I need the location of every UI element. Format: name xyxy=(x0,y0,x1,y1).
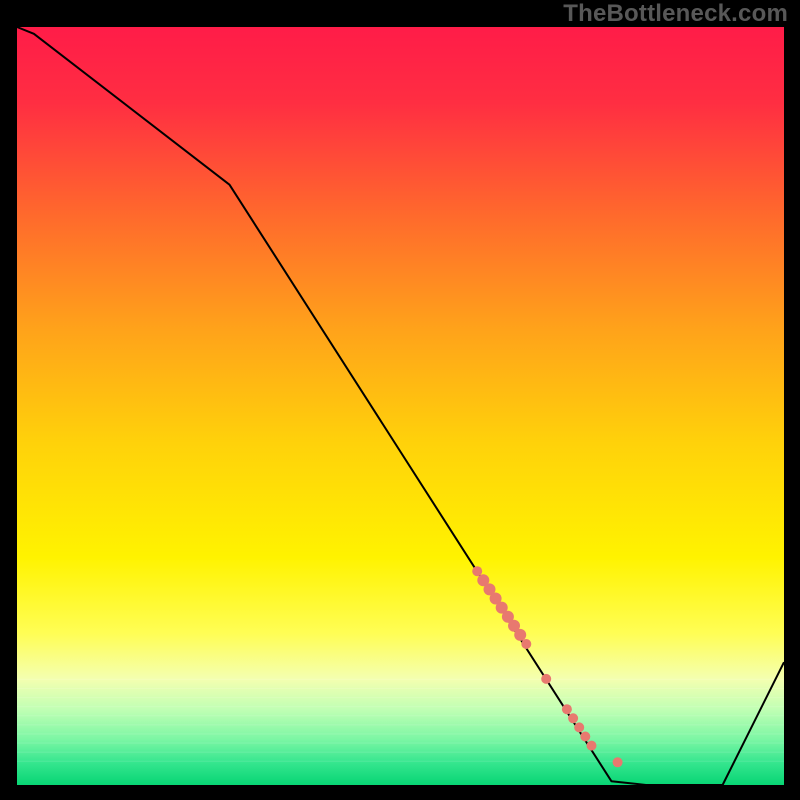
gradient-band xyxy=(17,715,784,716)
marker-dot-cluster xyxy=(613,757,623,767)
marker-dot-cluster xyxy=(568,713,578,723)
plot-background xyxy=(17,27,784,785)
marker-dot-cluster xyxy=(587,741,597,751)
gradient-band xyxy=(17,743,784,744)
marker-dot-cluster xyxy=(580,732,590,742)
marker-dot-cluster xyxy=(514,629,526,641)
gradient-band xyxy=(17,706,784,707)
gradient-band xyxy=(17,688,784,689)
gradient-band xyxy=(17,724,784,725)
marker-dot-cluster xyxy=(521,639,531,649)
gradient-band xyxy=(17,761,784,762)
gradient-band xyxy=(17,752,784,753)
chart-svg xyxy=(0,0,800,800)
chart-stage: TheBottleneck.com xyxy=(0,0,800,800)
watermark-label: TheBottleneck.com xyxy=(563,0,788,28)
marker-dot-cluster xyxy=(541,674,551,684)
gradient-band xyxy=(17,733,784,734)
marker-dot-cluster xyxy=(574,722,584,732)
marker-dot-cluster xyxy=(472,566,482,576)
marker-dot-cluster xyxy=(562,704,572,714)
gradient-band xyxy=(17,697,784,698)
gradient-band xyxy=(17,679,784,680)
